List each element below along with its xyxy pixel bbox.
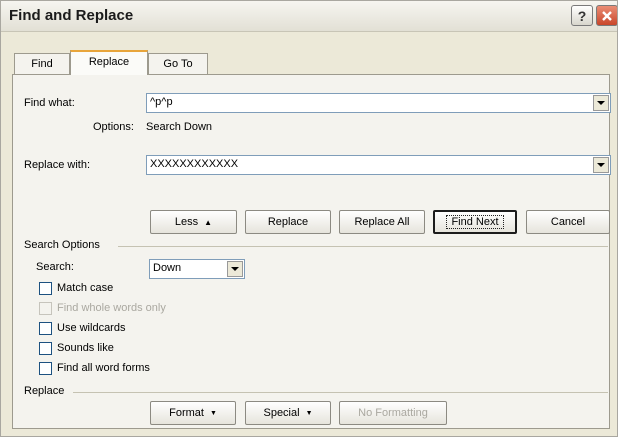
find-what-value: ^p^p: [150, 96, 173, 108]
chevron-down-icon: [597, 163, 605, 167]
search-direction-value: Down: [153, 262, 182, 274]
options-value: Search Down: [146, 121, 213, 133]
whole-words-checkbox: [39, 302, 52, 315]
help-button[interactable]: ?: [571, 5, 593, 26]
search-options-heading: Search Options: [24, 239, 100, 251]
replace-with-value: XXXXXXXXXXXX: [150, 158, 239, 170]
menu-arrow-icon: ▼: [209, 409, 217, 417]
replace-section-divider: [73, 392, 608, 393]
match-case-checkbox[interactable]: [39, 282, 52, 295]
find-what-input[interactable]: ^p^p: [146, 93, 611, 113]
less-button[interactable]: Less ▲: [150, 210, 237, 234]
find-next-button-label: Find Next: [446, 215, 504, 229]
title-bar[interactable]: Find and Replace ?: [1, 1, 617, 32]
menu-arrow-icon: ▼: [305, 409, 313, 417]
search-options-divider: [118, 246, 608, 247]
replace-button[interactable]: Replace: [245, 210, 331, 234]
close-icon: [602, 10, 612, 21]
find-replace-dialog: Find and Replace ? Find Replace Go To Fi…: [0, 0, 618, 437]
replace-panel: Find what: ^p^p Options: Search Down Rep…: [12, 74, 611, 429]
replace-all-button[interactable]: Replace All: [339, 210, 425, 234]
search-direction-dropdown[interactable]: [227, 261, 243, 277]
tab-find[interactable]: Find: [14, 53, 70, 74]
help-icon: ?: [577, 7, 587, 24]
format-button-label: Format: [169, 407, 204, 419]
replace-section-heading: Replace: [24, 385, 65, 397]
cancel-button[interactable]: Cancel: [526, 210, 610, 234]
replace-with-dropdown[interactable]: [593, 157, 609, 173]
cancel-button-label: Cancel: [550, 216, 586, 228]
replace-with-input[interactable]: XXXXXXXXXXXX: [146, 155, 611, 175]
close-button[interactable]: [596, 5, 617, 26]
replace-all-button-label: Replace All: [354, 216, 410, 228]
word-forms-label: Find all word forms: [57, 362, 150, 374]
tab-replace[interactable]: Replace: [70, 50, 148, 75]
match-case-label: Match case: [57, 282, 114, 294]
no-formatting-button-label: No Formatting: [358, 407, 428, 419]
wildcards-checkbox[interactable]: [39, 322, 52, 335]
chevron-down-icon: [231, 267, 239, 271]
tab-replace-label: Replace: [88, 56, 130, 68]
tab-find-label: Find: [31, 58, 53, 70]
sounds-like-label: Sounds like: [57, 342, 114, 354]
chevron-down-icon: [597, 101, 605, 105]
replace-with-label: Replace with:: [24, 159, 91, 171]
wildcards-label: Use wildcards: [57, 322, 126, 334]
tab-go-to-label: Go To: [163, 58, 193, 70]
window-title: Find and Replace: [9, 7, 134, 24]
special-button[interactable]: Special ▼: [245, 401, 331, 425]
whole-words-label: Find whole words only: [57, 302, 166, 314]
format-button[interactable]: Format ▼: [150, 401, 236, 425]
search-direction-label: Search:: [36, 261, 74, 273]
options-label: Options:: [93, 121, 134, 133]
find-what-dropdown[interactable]: [593, 95, 609, 111]
less-button-label: Less: [174, 216, 199, 228]
up-arrow-icon: ▲: [204, 217, 213, 227]
search-direction-select[interactable]: Down: [149, 259, 245, 279]
replace-button-label: Replace: [267, 216, 309, 228]
special-button-label: Special: [263, 407, 300, 419]
find-next-button[interactable]: Find Next: [433, 210, 517, 234]
sounds-like-checkbox[interactable]: [39, 342, 52, 355]
tab-go-to[interactable]: Go To: [148, 53, 208, 74]
no-formatting-button: No Formatting: [339, 401, 447, 425]
find-what-label: Find what:: [24, 97, 75, 109]
word-forms-checkbox[interactable]: [39, 362, 52, 375]
